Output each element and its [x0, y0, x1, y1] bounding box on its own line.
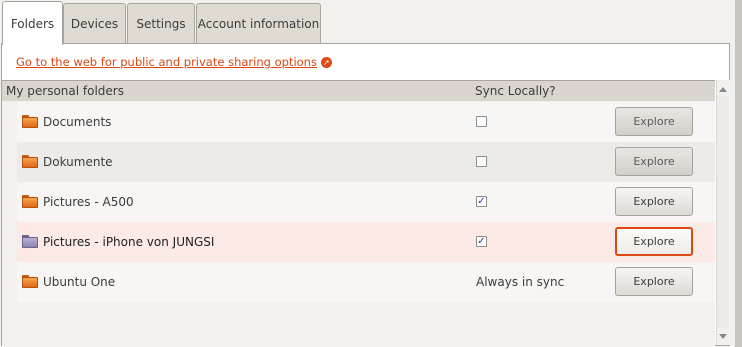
sync-checkbox[interactable]: ✓ [476, 196, 487, 207]
folder-name: Pictures - iPhone von JUNGSI [43, 235, 215, 249]
folder-row[interactable]: Documents Explore [17, 102, 715, 142]
sync-status-text: Always in sync [476, 275, 565, 289]
explore-button[interactable]: Explore [615, 147, 693, 176]
folder-name: Documents [43, 115, 112, 129]
sync-checkbox[interactable]: ✓ [476, 236, 487, 247]
window-edge [735, 0, 742, 347]
folder-icon [22, 275, 38, 288]
tab-folders[interactable]: Folders [2, 1, 63, 45]
folder-icon [22, 115, 38, 128]
scrollbar-track[interactable] [717, 96, 729, 328]
tab-bar: Folders Devices Settings Account informa… [0, 0, 742, 45]
tab-account-information[interactable]: Account information [196, 3, 321, 43]
web-sharing-link[interactable]: Go to the web for public and private sha… [16, 55, 332, 69]
list-header: My personal folders Sync Locally? [2, 81, 715, 101]
folders-list: My personal folders Sync Locally? Docume… [2, 80, 715, 346]
folder-row[interactable]: Dokumente Explore [17, 142, 715, 182]
sync-checkbox[interactable] [476, 156, 487, 167]
tab-settings[interactable]: Settings [127, 3, 195, 43]
web-sharing-link-label[interactable]: Go to the web for public and private sha… [16, 55, 317, 69]
folder-row[interactable]: Pictures - A500 ✓ Explore [17, 182, 715, 222]
sync-checkbox[interactable] [476, 116, 487, 127]
folders-panel: Go to the web for public and private sha… [1, 43, 730, 346]
folder-row-selected[interactable]: Pictures - iPhone von JUNGSI ✓ Explore [17, 222, 715, 262]
scroll-up-arrow-icon[interactable] [719, 87, 727, 92]
explore-button[interactable]: Explore [615, 187, 693, 216]
folder-name: Pictures - A500 [43, 195, 134, 209]
column-header-folders: My personal folders [6, 84, 124, 98]
scroll-down-arrow-icon[interactable] [719, 334, 727, 339]
explore-button[interactable]: Explore [615, 107, 693, 136]
folder-name: Dokumente [43, 155, 113, 169]
vertical-scrollbar[interactable] [716, 80, 730, 345]
folder-name: Ubuntu One [43, 275, 116, 289]
folder-icon [22, 155, 38, 168]
folder-icon [22, 195, 38, 208]
column-header-sync: Sync Locally? [475, 84, 556, 98]
folder-icon [22, 235, 38, 248]
explore-button[interactable]: Explore [615, 227, 693, 256]
tab-devices[interactable]: Devices [63, 3, 126, 43]
explore-button[interactable]: Explore [615, 267, 693, 296]
external-link-icon[interactable]: ➚ [320, 56, 332, 68]
folder-row[interactable]: Ubuntu One Always in sync Explore [17, 262, 715, 302]
